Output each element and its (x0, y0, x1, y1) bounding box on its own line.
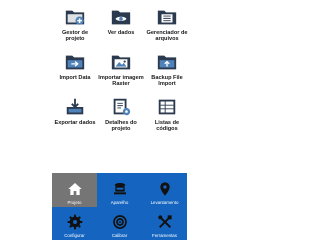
menu-item-label: Gestor de projeto (61, 30, 89, 43)
menu-item-import-raster[interactable]: Importar imagem Raster (98, 49, 144, 94)
folder-import-icon (65, 55, 85, 70)
nav-tab-label: Aparelho (110, 200, 129, 205)
code-list-icon (158, 99, 176, 115)
menu-item-label: Backup File Import (151, 75, 183, 88)
nav-tab-label: Ferramentas (152, 233, 177, 238)
nav-tab-tools[interactable]: Ferramentas (142, 207, 187, 240)
target-icon (112, 215, 127, 229)
menu-item-code-lists[interactable]: Listas de códigos (144, 94, 190, 139)
home-icon (67, 183, 82, 195)
menu-item-export-data[interactable]: Exportar dados (52, 94, 98, 139)
menu-item-label: Gerenciador de arquivos (146, 30, 188, 43)
menu-item-label: Import Data (59, 75, 91, 81)
tools-icon (157, 215, 172, 229)
folder-backup-icon (157, 55, 177, 70)
nav-tab-label: Calibrar (111, 233, 128, 238)
device-icon (113, 183, 126, 195)
bottom-navigation: Projeto Aparelho Levantamento Configurar… (52, 173, 187, 240)
app-screen: Gestor de projeto Ver dados Gerenciador … (0, 0, 240, 240)
project-details-icon (113, 98, 131, 116)
menu-item-view-data[interactable]: Ver dados (98, 4, 144, 49)
menu-item-file-manager[interactable]: Gerenciador de arquivos (144, 4, 190, 49)
nav-tab-label: Levantamento (150, 200, 179, 205)
nav-tab-project[interactable]: Projeto (52, 173, 97, 207)
menu-item-label: Detalhes do projeto (105, 120, 137, 133)
image-import-icon (111, 55, 131, 70)
nav-tab-label: Projeto (67, 200, 82, 205)
folder-eye-icon (111, 10, 131, 25)
menu-item-backup-import[interactable]: Backup File Import (144, 49, 190, 94)
nav-tab-survey[interactable]: Levantamento (142, 173, 187, 207)
folder-plus-icon (65, 10, 85, 25)
nav-tab-label: Configurar (64, 233, 85, 238)
menu-item-label: Ver dados (107, 30, 135, 36)
nav-tab-configure[interactable]: Configurar (52, 207, 97, 240)
export-icon (66, 98, 84, 115)
menu-item-project-manager[interactable]: Gestor de projeto (52, 4, 98, 49)
folder-list-icon (157, 10, 177, 25)
project-menu-grid: Gestor de projeto Ver dados Gerenciador … (52, 4, 189, 139)
menu-item-label: Exportar dados (54, 120, 96, 126)
menu-item-label: Listas de códigos (154, 120, 180, 133)
gear-icon (67, 214, 82, 230)
map-pin-icon (159, 182, 170, 196)
nav-tab-calibrate[interactable]: Calibrar (97, 207, 142, 240)
nav-tab-device[interactable]: Aparelho (97, 173, 142, 207)
menu-item-project-details[interactable]: Detalhes do projeto (98, 94, 144, 139)
menu-item-label: Importar imagem Raster (98, 75, 144, 88)
menu-item-import-data[interactable]: Import Data (52, 49, 98, 94)
